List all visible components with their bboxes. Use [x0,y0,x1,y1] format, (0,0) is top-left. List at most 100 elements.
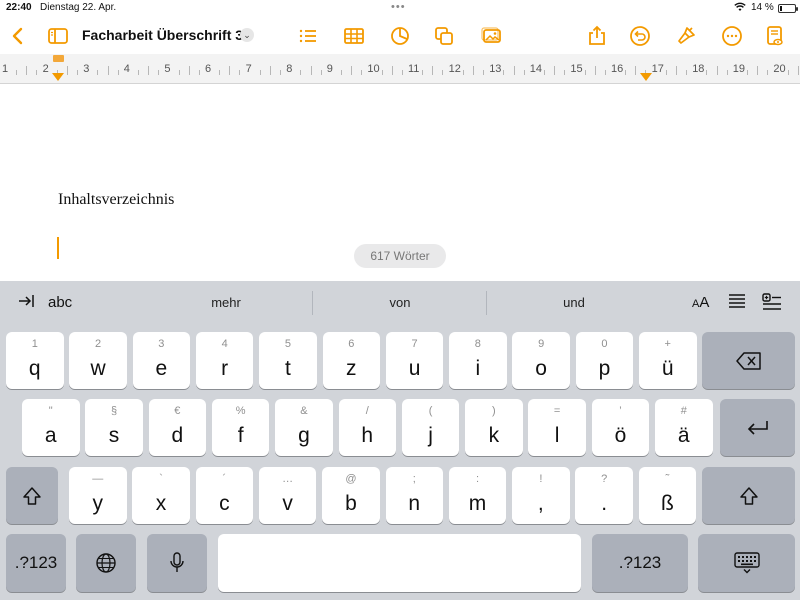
shift-key-right[interactable] [702,467,795,524]
key-n[interactable]: ; n [385,467,443,524]
key-i[interactable]: 8i [449,332,507,389]
key-k[interactable]: ) k [465,399,523,456]
ruler-tick [401,70,403,75]
key-u[interactable]: 7u [385,332,444,389]
suggestion-1[interactable]: mehr [196,295,256,310]
tab-key-icon[interactable] [18,293,36,314]
ruler-first-line-indent-marker[interactable] [53,55,64,62]
multitasking-dots-icon[interactable]: ••• [391,1,406,13]
key-label: p [598,357,611,380]
key-hint: & [300,405,308,417]
suggestion-divider [486,291,487,315]
key-label: k [488,424,500,447]
shift-key-left[interactable] [6,467,58,524]
ruler-tick [381,70,383,75]
key-hint: ) [492,405,496,417]
key-ä[interactable]: # ä [655,399,713,456]
dictation-key[interactable] [147,534,207,592]
ruler-tick [361,70,363,75]
return-key[interactable] [720,399,795,456]
ruler-tick [564,70,566,75]
key-f[interactable]: % f [211,399,270,456]
key-hint: " [48,405,53,417]
key-d[interactable]: € d [148,399,207,456]
ruler-right-margin-marker[interactable] [640,73,652,81]
globe-key[interactable] [76,534,136,592]
key-q[interactable]: 1q [6,332,64,389]
key-p[interactable]: 0p [575,332,634,389]
ruler-number: 5 [164,63,171,75]
format-brush-icon[interactable] [674,24,698,48]
undo-icon[interactable] [628,24,652,48]
ruler-tick [543,70,545,75]
key-x[interactable]: ` x [132,467,190,524]
key-ö[interactable]: ’ ö [591,399,650,456]
key-o[interactable]: 9o [512,332,570,389]
font-size-button[interactable]: AAAA [692,294,709,311]
space-key[interactable] [218,534,581,592]
key-y[interactable]: — y [69,467,127,524]
paragraph-style-icon[interactable] [728,293,746,313]
document-canvas[interactable]: Inhaltsverzeichnis 617 Wörter [0,85,800,281]
key-j[interactable]: (j [401,399,460,456]
document-title[interactable]: Facharbeit Überschrift 3 [82,27,243,43]
key-b[interactable]: @ b [322,467,380,524]
shapes-icon[interactable] [432,24,456,48]
list-icon[interactable] [296,24,320,48]
key-s[interactable]: § s [85,399,143,456]
key-w[interactable]: 2w [69,332,127,389]
key-label: c [219,492,230,515]
key-label: ß [661,492,674,515]
title-chevron-down-icon[interactable]: ⌄ [240,28,254,42]
numbers-key-left[interactable]: .?123 [6,534,66,592]
key-label: q [28,357,41,380]
key-r[interactable]: 4r [195,332,254,389]
key-t[interactable]: 5t [259,332,317,389]
sidebar-icon[interactable] [46,24,70,48]
ruler-number: 10 [367,63,380,75]
back-chevron-icon[interactable] [6,24,30,48]
delete-key[interactable] [702,332,795,389]
ruler-tick [158,70,160,75]
word-count-badge[interactable]: 617 Wörter [354,244,446,268]
table-icon[interactable] [342,24,366,48]
key-g[interactable]: & g [275,399,333,456]
share-icon[interactable] [585,24,609,48]
key-label: a [44,424,57,447]
key-v[interactable]: … v [258,467,317,524]
ruler[interactable]: 1 2 3 4 5 6 7 8 9 10 11 12 13 14 15 16 17 18 19 20 [0,54,800,84]
key-ß[interactable]: ˜ ß [638,467,697,524]
ruler-left-margin-marker[interactable] [52,73,64,81]
document-heading[interactable]: Inhaltsverzeichnis [58,191,174,209]
chart-icon[interactable] [388,24,412,48]
insert-comment-icon[interactable] [762,293,782,315]
suggestion-2[interactable]: von [370,295,430,310]
on-screen-keyboard: abc mehr von und AAAA 1q2w3e4r5t6z7u8i9o… [0,281,800,600]
key-c[interactable]: ´ c [195,467,254,524]
key-,[interactable]: !, [512,467,570,524]
key-m[interactable]: :m [448,467,507,524]
key-ü[interactable]: + ü [639,332,697,389]
suggestion-3[interactable]: und [544,295,604,310]
key-label: t [285,357,291,380]
more-icon[interactable] [720,24,744,48]
key-.[interactable]: ?. [575,467,633,524]
reading-view-icon[interactable] [763,24,787,48]
key-hint: ! [539,473,543,485]
key-hint: € [174,405,181,417]
ruler-tick [746,70,748,75]
ruler-number: 14 [529,63,543,75]
ruler-number: 19 [732,63,746,75]
hide-keyboard-key[interactable] [698,534,795,592]
key-l[interactable]: = l [528,399,586,456]
ruler-tick [351,66,353,75]
key-e[interactable]: 3e [132,332,191,389]
key-label: ä [677,424,690,447]
abc-toggle[interactable]: abc [48,294,72,311]
key-a[interactable]: " a [22,399,80,456]
numbers-key-right[interactable]: .?123 [592,534,688,592]
return-icon [747,420,768,435]
key-z[interactable]: 6z [322,332,380,389]
media-icon[interactable] [480,24,504,48]
key-h[interactable]: / h [338,399,396,456]
